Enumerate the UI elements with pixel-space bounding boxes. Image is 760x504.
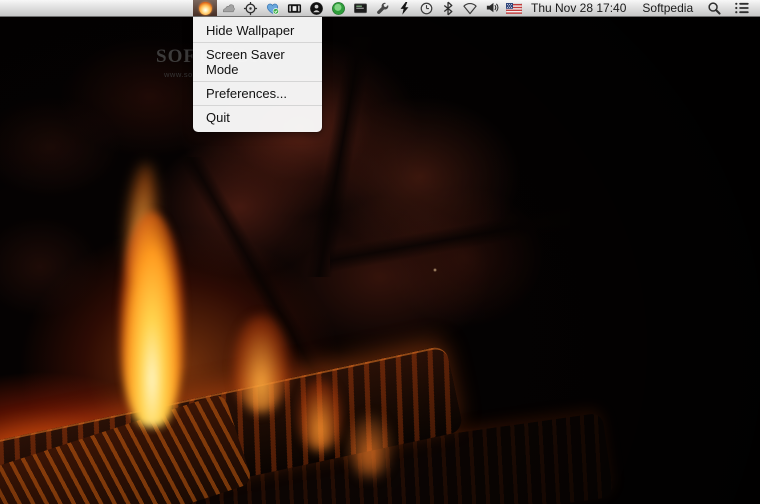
volume-icon[interactable] bbox=[481, 0, 503, 16]
menu-item-quit[interactable]: Quit bbox=[193, 108, 322, 127]
crosshair-icon[interactable] bbox=[239, 0, 261, 16]
flame-main bbox=[120, 212, 184, 427]
menu-separator bbox=[193, 42, 322, 43]
flame-far bbox=[348, 415, 392, 477]
menu-item-hide-wallpaper[interactable]: Hide Wallpaper bbox=[193, 21, 322, 40]
heart-sync-icon[interactable] bbox=[261, 0, 283, 16]
menu-separator bbox=[193, 105, 322, 106]
flame-small bbox=[298, 379, 342, 451]
menu-separator bbox=[193, 81, 322, 82]
hooded-figure-icon[interactable] bbox=[305, 0, 327, 16]
log-burning bbox=[0, 345, 464, 504]
display-icon[interactable] bbox=[349, 0, 371, 16]
fireplace-app-menu: Hide Wallpaper Screen Saver Mode Prefere… bbox=[193, 17, 322, 132]
spotlight-search-icon[interactable] bbox=[705, 0, 723, 16]
notification-list-icon[interactable] bbox=[732, 0, 752, 16]
fireplace-flame-icon bbox=[198, 1, 212, 15]
us-flag-icon[interactable] bbox=[503, 0, 525, 16]
green-orb-icon[interactable] bbox=[327, 0, 349, 16]
wrench-icon[interactable] bbox=[371, 0, 393, 16]
menu-item-preferences[interactable]: Preferences... bbox=[193, 84, 322, 103]
lightning-bolt-icon[interactable] bbox=[393, 0, 415, 16]
desktop[interactable]: SOFTPEDIA www.softpedia.com bbox=[0, 0, 760, 504]
screen: SOFTPEDIA www.softpedia.com bbox=[0, 0, 760, 504]
log-embers bbox=[0, 392, 254, 504]
menubar-user-label[interactable]: Softpedia bbox=[642, 1, 693, 15]
clock-icon[interactable] bbox=[415, 0, 437, 16]
flame-right bbox=[233, 315, 289, 413]
creature-icon[interactable] bbox=[217, 0, 239, 16]
log-dark bbox=[176, 412, 614, 504]
bluetooth-icon[interactable] bbox=[437, 0, 459, 16]
camera-icon[interactable] bbox=[283, 0, 305, 16]
menu-item-screen-saver-mode[interactable]: Screen Saver Mode bbox=[193, 45, 322, 79]
menu-bar: Thu Nov 28 17:40 Softpedia bbox=[0, 0, 760, 17]
wifi-icon[interactable] bbox=[459, 0, 481, 16]
menubar-clock[interactable]: Thu Nov 28 17:40 bbox=[531, 1, 626, 15]
fireplace-wallpaper: SOFTPEDIA www.softpedia.com bbox=[0, 17, 760, 504]
flame-tip bbox=[121, 161, 163, 283]
fireplace-menu-extra[interactable] bbox=[193, 0, 217, 16]
